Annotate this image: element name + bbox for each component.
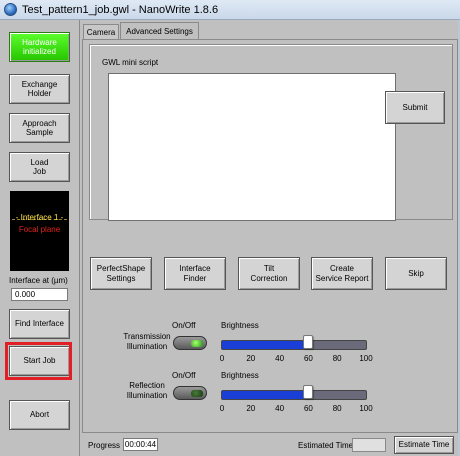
perfectshape-settings-button[interactable]: PerfectShape Settings — [90, 257, 152, 290]
slider-thumb[interactable] — [303, 385, 314, 399]
scale-tick: 60 — [303, 404, 313, 413]
left-panel: Hardware initialized Exchange Holder App… — [0, 20, 80, 456]
scale-tick: 0 — [219, 404, 225, 413]
submit-label: Submit — [402, 102, 428, 112]
title-bar: Test_pattern1_job.gwl - NanoWrite 1.8.6 — [0, 0, 460, 20]
find-interface-button[interactable]: Find Interface — [9, 309, 70, 339]
scale-tick: 80 — [332, 354, 342, 363]
estimated-time-value — [352, 438, 386, 452]
interface-finder-label: Interface Finder — [179, 264, 211, 283]
reflection-toggle[interactable] — [173, 386, 207, 400]
interface-at-label: Interface at (µm) — [9, 276, 68, 285]
window-title: Test_pattern1_job.gwl - NanoWrite 1.8.6 — [22, 4, 219, 16]
transmission-illumination-label: Transmission Illumination — [123, 332, 171, 351]
perfectshape-label: PerfectShape Settings — [96, 264, 146, 283]
interface-at-field[interactable]: 0.000 — [11, 288, 68, 301]
reflection-brightness-label: Brightness — [221, 371, 259, 380]
create-service-report-button[interactable]: Create Service Report — [311, 257, 373, 290]
app-window: Hardware initialized Exchange Holder App… — [0, 20, 460, 456]
tab-camera[interactable]: Camera — [83, 24, 119, 40]
hardware-button-label: Hardware initialized — [22, 37, 57, 56]
progress-label: Progress — [88, 441, 121, 450]
scale-tick: 40 — [275, 354, 285, 363]
transmission-onoff-label: On/Off — [172, 321, 196, 330]
submit-button[interactable]: Submit — [385, 91, 445, 124]
scale-tick: 100 — [359, 354, 373, 363]
hardware-initialized-button[interactable]: Hardware initialized — [9, 32, 70, 62]
advanced-settings-panel: GWL mini script Submit PerfectShape Sett… — [82, 39, 458, 433]
slider-fill — [222, 341, 309, 349]
focal-plane-label: Focal plane — [18, 225, 61, 234]
led-off-icon — [191, 390, 203, 397]
skip-label: Skip — [408, 268, 424, 278]
estimate-time-button[interactable]: Estimate Time — [394, 436, 454, 454]
tilt-correction-label: Tilt Correction — [250, 264, 288, 283]
scale-tick: 40 — [275, 404, 285, 413]
reflection-onoff-label: On/Off — [172, 371, 196, 380]
transmission-brightness-slider[interactable] — [221, 335, 367, 350]
skip-button[interactable]: Skip — [385, 257, 447, 290]
service-report-label: Create Service Report — [315, 264, 369, 283]
abort-button[interactable]: Abort — [9, 400, 70, 430]
approach-sample-button[interactable]: Approach Sample — [9, 113, 70, 143]
load-job-button[interactable]: Load Job — [9, 152, 70, 182]
gwl-script-textarea[interactable] — [108, 73, 396, 221]
exchange-button-label: Exchange Holder — [21, 79, 58, 98]
progress-value: 00:00:44 — [123, 438, 158, 451]
interface-display: - Interface 1 - Focal plane — [10, 191, 69, 271]
led-on-icon — [191, 340, 203, 347]
reflection-illumination-label: Reflection Illumination — [126, 381, 168, 400]
exchange-holder-button[interactable]: Exchange Holder — [9, 74, 70, 104]
abort-label: Abort — [29, 410, 50, 420]
interface-label: - Interface 1 - — [15, 213, 64, 222]
reflection-scale: 0 20 40 60 80 100 — [219, 404, 373, 414]
transmission-toggle[interactable] — [173, 336, 207, 350]
tilt-correction-button[interactable]: Tilt Correction — [238, 257, 300, 290]
scale-tick: 0 — [219, 354, 225, 363]
gwl-script-group: GWL mini script Submit — [89, 44, 453, 221]
tab-advanced-settings[interactable]: Advanced Settings — [120, 22, 199, 40]
scale-tick: 60 — [303, 354, 313, 363]
estimated-time-label: Estimated Time — [298, 441, 354, 450]
slider-thumb[interactable] — [303, 335, 314, 349]
scale-tick: 80 — [332, 404, 342, 413]
load-button-label: Load Job — [30, 157, 49, 176]
globe-icon — [4, 3, 17, 16]
gwl-script-title: GWL mini script — [102, 58, 159, 67]
slider-fill — [222, 391, 309, 399]
status-bar: Progress 00:00:44 Estimated Time Estimat… — [82, 434, 458, 454]
scale-tick: 20 — [246, 404, 256, 413]
reflection-brightness-slider[interactable] — [221, 385, 367, 400]
approach-button-label: Approach Sample — [22, 118, 57, 137]
scale-tick: 20 — [246, 354, 256, 363]
start-job-highlight — [5, 342, 72, 380]
transmission-brightness-label: Brightness — [221, 321, 259, 330]
find-interface-label: Find Interface — [15, 319, 64, 329]
interface-finder-button[interactable]: Interface Finder — [164, 257, 226, 290]
transmission-scale: 0 20 40 60 80 100 — [219, 354, 373, 364]
scale-tick: 100 — [359, 404, 373, 413]
